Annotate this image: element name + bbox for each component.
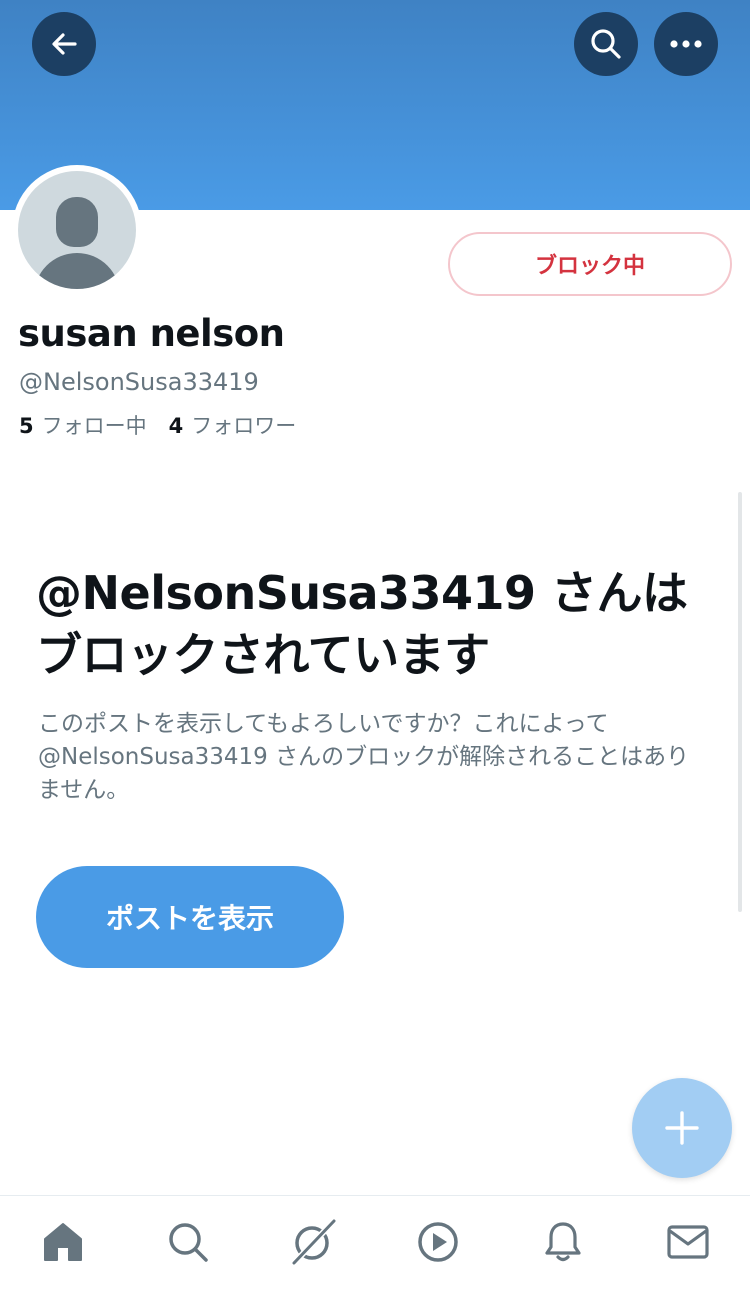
search-button[interactable] [574,12,638,76]
tab-grok[interactable] [283,1212,343,1272]
display-name: susan nelson [18,312,285,355]
follow-stats: 5 フォロー中 4 フォロワー [19,410,296,440]
tab-video[interactable] [408,1212,468,1272]
followers-count: 4 [168,414,184,438]
tab-messages[interactable] [658,1212,718,1272]
blocked-notice-title: @NelsonSusa33419 さんはブロックされています [36,566,688,682]
more-button[interactable] [654,12,718,76]
blocked-status-button[interactable]: ブロック中 [448,232,732,296]
show-posts-button[interactable]: ポストを表示 [36,866,344,968]
bell-icon [544,1222,581,1262]
tab-notifications[interactable] [533,1212,593,1272]
user-handle: @NelsonSusa33419 [19,368,259,396]
tab-search[interactable] [158,1212,218,1272]
avatar-body-shape [34,253,120,289]
following-stat[interactable]: 5 フォロー中 [19,410,147,440]
more-dots-icon [670,40,702,48]
default-avatar [18,171,136,289]
home-icon [43,1223,82,1261]
search-icon [591,29,621,59]
back-button[interactable] [32,12,96,76]
envelope-icon [666,1225,709,1259]
scrollbar[interactable] [738,492,742,912]
play-circle-icon [417,1222,458,1262]
avatar-frame[interactable] [12,165,142,295]
compose-fab[interactable] [632,1078,732,1178]
followers-label: フォロワー [191,414,297,438]
followers-stat[interactable]: 4 フォロワー [169,410,297,440]
tab-home[interactable] [33,1212,93,1272]
plus-icon [665,1111,699,1145]
arrow-left-icon [52,33,77,55]
following-label: フォロー中 [41,414,147,438]
following-count: 5 [19,414,34,438]
avatar-head-shape [56,197,98,247]
search-icon [168,1223,208,1262]
blocked-notice-description: このポストを表示してもよろしいですか？これによって @NelsonSusa334… [38,711,690,803]
grok-icon [291,1218,336,1266]
bottom-tab-bar [0,1195,750,1294]
